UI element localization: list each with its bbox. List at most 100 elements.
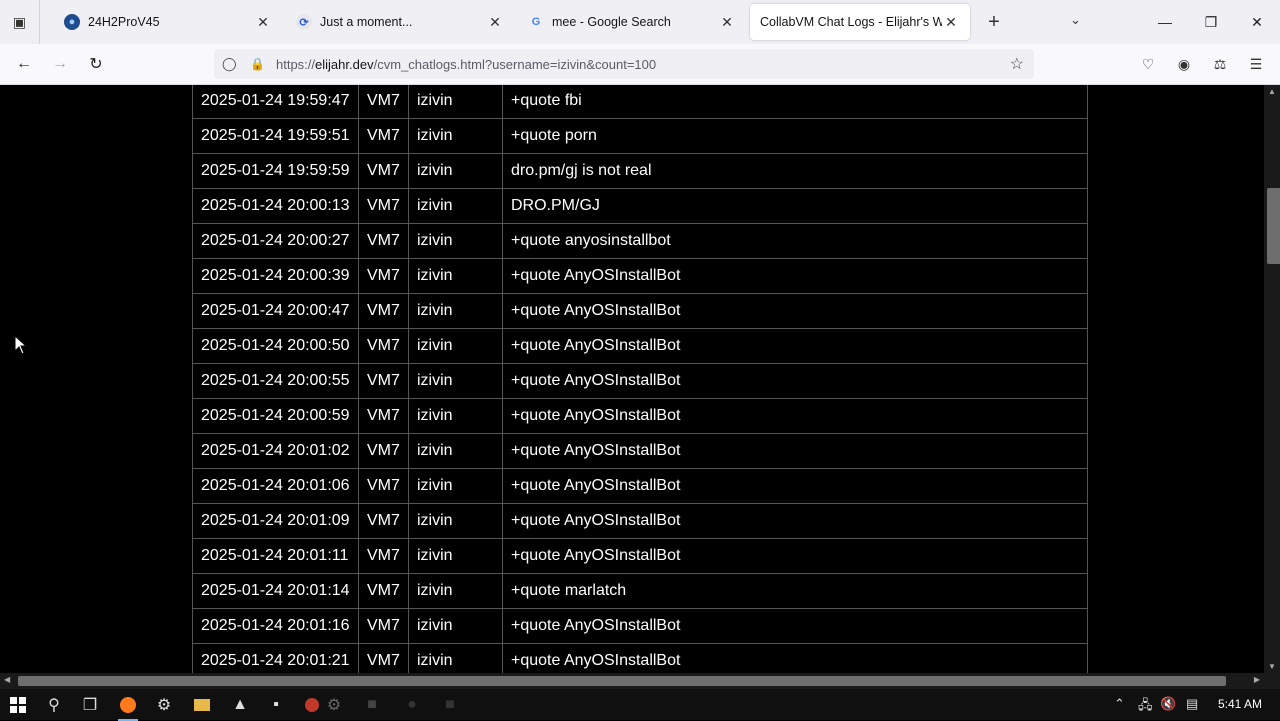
tab-google-search[interactable]: G mee - Google Search ✕ [518, 4, 746, 40]
table-row: 2025-01-24 20:00:39 VM7 izivin +quote AnyOS… [192, 258, 1088, 294]
vm-cell: VM7 [358, 85, 409, 119]
app-icon[interactable] [300, 693, 324, 717]
table-row: 2025-01-24 19:59:47 VM7 izivin +quote fbi [192, 85, 1088, 119]
timestamp-cell: 2025-01-24 20:00:55 [192, 363, 359, 399]
close-window-button[interactable]: ✕ [1234, 0, 1280, 44]
tab-just-a-moment[interactable]: ⟳ Just a moment... ✕ [286, 4, 514, 40]
scroll-down-icon[interactable]: ▼ [1268, 662, 1276, 671]
vm-cell: VM7 [358, 153, 409, 189]
username-cell: izivin [408, 538, 503, 574]
username-cell: izivin [408, 573, 503, 609]
restore-button[interactable]: ❐ [1188, 0, 1234, 44]
username-cell: izivin [408, 188, 503, 224]
vm-cell: VM7 [358, 503, 409, 539]
task-view-icon[interactable]: ❐ [78, 693, 102, 717]
window-controls: — ❐ ✕ [1142, 0, 1280, 44]
forward-button[interactable]: → [48, 52, 72, 76]
tab-24h2prov45[interactable]: ● 24H2ProV45 ✕ [54, 4, 282, 40]
close-icon[interactable]: ✕ [718, 14, 736, 31]
url-bar[interactable]: ◯ 🔒 https://elijahr.dev/cvm_chatlogs.htm… [214, 49, 1034, 79]
vm-cell: VM7 [358, 468, 409, 504]
windows-start-icon[interactable] [6, 693, 30, 717]
timestamp-cell: 2025-01-24 19:59:59 [192, 153, 359, 189]
vm-cell: VM7 [358, 608, 409, 644]
app-icon[interactable]: ■ [438, 693, 462, 717]
table-row: 2025-01-24 20:01:02 VM7 izivin +quote AnyOS… [192, 433, 1088, 469]
url-prefix: https:// [276, 56, 316, 72]
vm-cell: VM7 [358, 188, 409, 224]
tab-title: Just a moment... [320, 15, 413, 29]
timestamp-cell: 2025-01-24 20:00:27 [192, 223, 359, 259]
pocket-icon[interactable]: ♡ [1138, 54, 1158, 74]
extensions-icon[interactable]: ⚖ [1210, 54, 1230, 74]
timestamp-cell: 2025-01-24 20:01:16 [192, 608, 359, 644]
menu-icon[interactable]: ☰ [1246, 54, 1266, 74]
chevron-down-icon[interactable]: ⌄ [1070, 12, 1081, 28]
username-cell: izivin [408, 118, 503, 154]
bookmark-star-icon[interactable]: ☆ [1010, 54, 1024, 74]
message-cell: +quote AnyOSInstallBot [502, 328, 1088, 364]
tab-title: 24H2ProV45 [88, 15, 160, 29]
username-cell: izivin [408, 328, 503, 364]
message-cell: dro.pm/gj is not real [502, 153, 1088, 189]
message-cell: +quote AnyOSInstallBot [502, 293, 1088, 329]
firefox-icon[interactable] [116, 693, 140, 721]
timestamp-cell: 2025-01-24 20:01:09 [192, 503, 359, 539]
message-cell: +quote AnyOSInstallBot [502, 363, 1088, 399]
scroll-up-icon[interactable]: ▲ [1268, 87, 1276, 96]
horizontal-scroll-thumb[interactable] [18, 676, 1226, 686]
tab-collabvm-chat-logs[interactable]: CollabVM Chat Logs - Elijahr's Web ✕ [750, 4, 970, 40]
tab-title: CollabVM Chat Logs - Elijahr's Web [760, 15, 942, 29]
lock-icon[interactable]: 🔒 [250, 57, 266, 71]
vertical-scrollbar[interactable]: ▲ ▼ [1264, 85, 1280, 673]
table-row: 2025-01-24 19:59:59 VM7 izivin dro.pm/gj is… [192, 153, 1088, 189]
table-row: 2025-01-24 20:01:21 VM7 izivin +quote AnyOS… [192, 643, 1088, 673]
tab-list-icon[interactable]: ▣ [0, 0, 40, 44]
close-icon[interactable]: ✕ [254, 14, 272, 31]
new-tab-button[interactable]: + [978, 6, 1010, 38]
username-cell: izivin [408, 363, 503, 399]
message-cell: +quote fbi [502, 85, 1088, 119]
vertical-scroll-thumb[interactable] [1267, 188, 1280, 264]
account-icon[interactable]: ◉ [1174, 54, 1194, 74]
app-icon[interactable]: ⚙ [322, 693, 346, 717]
table-row: 2025-01-24 20:01:14 VM7 izivin +quote marla… [192, 573, 1088, 609]
back-button[interactable]: ← [12, 52, 36, 76]
minimize-button[interactable]: — [1142, 0, 1188, 44]
message-cell: +quote AnyOSInstallBot [502, 398, 1088, 434]
chevron-up-icon[interactable]: ⌃ [1114, 696, 1125, 712]
network-icon[interactable]: 🖧 [1138, 696, 1153, 718]
search-icon[interactable]: ⚲ [42, 693, 66, 717]
timestamp-cell: 2025-01-24 20:01:21 [192, 643, 359, 673]
shield-icon[interactable]: ◯ [222, 56, 238, 72]
message-cell: +quote anyosinstallbot [502, 223, 1088, 259]
clock[interactable]: 5:41 AM [1218, 697, 1262, 711]
app-icon[interactable]: ⚙ [152, 693, 176, 717]
file-explorer-icon[interactable] [190, 693, 214, 717]
table-row: 2025-01-24 20:00:55 VM7 izivin +quote AnyOS… [192, 363, 1088, 399]
app-icon[interactable]: ■ [360, 693, 384, 717]
username-cell: izivin [408, 643, 503, 673]
vm-cell: VM7 [358, 258, 409, 294]
horizontal-scrollbar[interactable]: ◀ ▶ [0, 673, 1264, 689]
message-cell: +quote AnyOSInstallBot [502, 468, 1088, 504]
google-icon: G [531, 16, 541, 28]
tab-title: mee - Google Search [552, 15, 671, 29]
app-icon[interactable]: ▲ [228, 693, 252, 717]
reload-button[interactable]: ↻ [84, 52, 108, 76]
username-cell: izivin [408, 398, 503, 434]
timestamp-cell: 2025-01-24 20:00:13 [192, 188, 359, 224]
app-icon[interactable]: ● [400, 693, 424, 717]
close-icon[interactable]: ✕ [486, 14, 504, 31]
app-icon[interactable]: ▪ [264, 693, 288, 717]
scroll-right-icon[interactable]: ▶ [1254, 675, 1260, 684]
volume-muted-icon[interactable]: 🔇 [1160, 696, 1176, 712]
scroll-left-icon[interactable]: ◀ [4, 675, 10, 684]
url-text[interactable]: https://elijahr.dev/cvm_chatlogs.html?us… [276, 57, 656, 72]
notification-icon[interactable]: ▤ [1186, 696, 1198, 712]
username-cell: izivin [408, 153, 503, 189]
table-row: 2025-01-24 20:01:16 VM7 izivin +quote AnyOS… [192, 608, 1088, 644]
close-icon[interactable]: ✕ [942, 14, 960, 31]
timestamp-cell: 2025-01-24 19:59:47 [192, 85, 359, 119]
message-cell: +quote AnyOSInstallBot [502, 433, 1088, 469]
